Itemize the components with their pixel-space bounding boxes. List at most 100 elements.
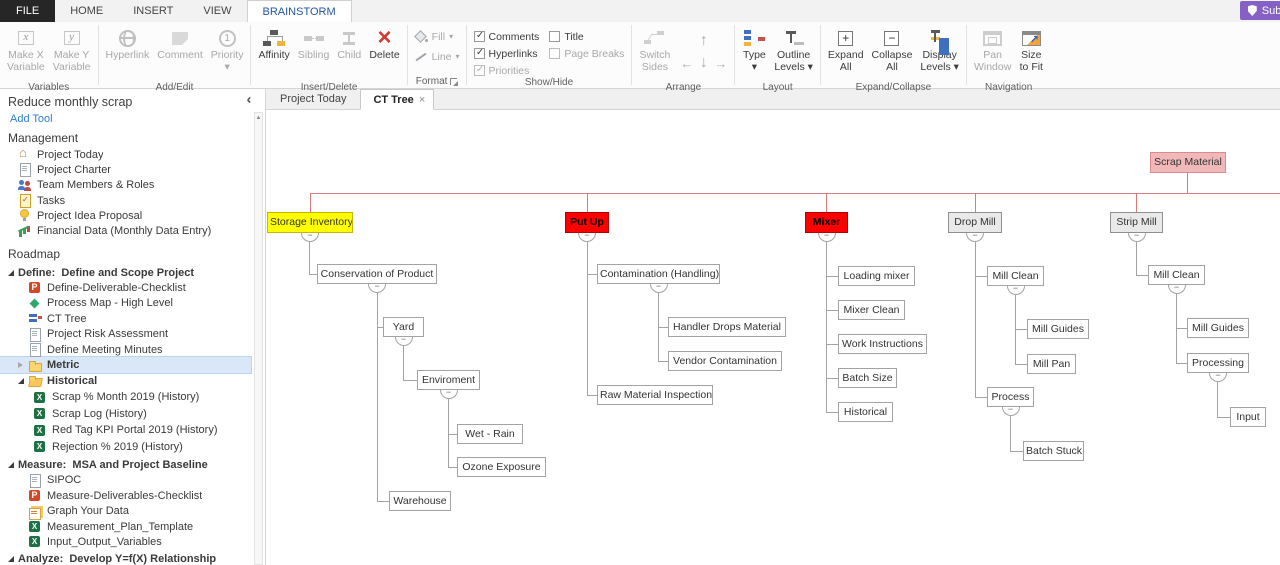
tree-node-batch-stuck[interactable]: Batch Stuck	[1023, 441, 1084, 461]
sidebar-item-define-meeting-minutes[interactable]: Define Meeting Minutes	[0, 342, 251, 357]
expander-icon[interactable]	[8, 462, 18, 468]
tree-node-batch-size[interactable]: Batch Size	[838, 368, 897, 388]
arrow-right-icon[interactable]: →	[714, 56, 727, 71]
sidebar-item-define-deliverable-checklist[interactable]: Define-Deliverable-Checklist	[0, 280, 251, 295]
sidebar-item-team-members-roles[interactable]: Team Members & Roles	[0, 178, 251, 193]
sidebar-scrollbar[interactable]: ▲	[254, 112, 263, 565]
tree-node-storage-inventory[interactable]: Storage Inventory	[267, 212, 353, 233]
sidebar-item-measure-deliverables-checklist[interactable]: Measure-Deliverables-Checklist	[0, 488, 251, 503]
tree-node-enviroment[interactable]: Enviroment	[417, 370, 480, 390]
sidebar-item-sipoc[interactable]: SIPOC	[0, 473, 251, 488]
sidebar-item-project-risk-assessment[interactable]: Project Risk Assessment	[0, 326, 251, 341]
tree-node-raw-material-inspection[interactable]: Raw Material Inspection	[597, 385, 713, 405]
expander-icon[interactable]	[18, 378, 28, 384]
ribbon-tab-file[interactable]: FILE	[0, 0, 55, 22]
affinity-button[interactable]: Affinity	[254, 24, 293, 82]
sidebar-item-metric[interactable]: Metric	[0, 357, 251, 373]
tree-node-yard[interactable]: Yard	[383, 317, 424, 337]
collapse-toggle[interactable]: −	[301, 232, 319, 242]
tree-node-input[interactable]: Input	[1230, 407, 1266, 427]
ct-tree-close-icon[interactable]: ×	[419, 94, 425, 106]
sidebar-item-project-idea-proposal[interactable]: Project Idea Proposal	[0, 208, 251, 223]
collapse-toggle[interactable]: −	[1209, 372, 1227, 382]
tree-node-work-instructions[interactable]: Work Instructions	[838, 334, 927, 354]
sidebar-item-red-tag-kpi-portal-2019-history[interactable]: Red Tag KPI Portal 2019 (History)	[0, 422, 251, 439]
arrow-up-icon[interactable]: ↑	[700, 32, 708, 50]
collapse-toggle[interactable]: −	[650, 283, 668, 293]
collapse-toggle[interactable]: −	[818, 232, 836, 242]
sidebar-item-financial-data-monthly-data-entry[interactable]: Financial Data (Monthly Data Entry)	[0, 223, 251, 238]
display-levels-button[interactable]: Display Levels ▾	[916, 24, 963, 82]
ribbon-tab-insert[interactable]: INSERT	[118, 0, 188, 22]
tree-node-ozone-exposure[interactable]: Ozone Exposure	[457, 457, 546, 477]
tree-node-processing[interactable]: Processing	[1187, 353, 1249, 373]
sidebar-item-measurement-plan-template[interactable]: Measurement_Plan_Template	[0, 519, 251, 534]
sidebar-item-graph-your-data[interactable]: Graph Your Data	[0, 503, 251, 518]
sidebar-item-input-output-variables[interactable]: Input_Output_Variables	[0, 534, 251, 549]
sidebar-item-ct-tree[interactable]: CT Tree	[0, 311, 251, 326]
expander-icon[interactable]	[8, 556, 18, 562]
tree-node-mill-clean[interactable]: Mill Clean	[1148, 265, 1205, 285]
submit-button[interactable]: Submit	[1240, 1, 1280, 20]
title-checkbox[interactable]: Title	[549, 30, 624, 43]
tree-node-contamination-handling[interactable]: Contamination (Handling)	[597, 264, 720, 284]
add-tool-link[interactable]: Add Tool	[0, 110, 265, 126]
tree-node-vendor-contamination[interactable]: Vendor Contamination	[668, 351, 782, 371]
sidebar-item-project-charter[interactable]: Project Charter	[0, 162, 251, 177]
collapse-toggle[interactable]: −	[966, 232, 984, 242]
tree-node-mixer[interactable]: Mixer	[805, 212, 848, 233]
hyperlinks-checkbox[interactable]: Hyperlinks	[474, 47, 540, 60]
sidebar-item-project-today[interactable]: Project Today	[0, 147, 251, 162]
tree-node-mill-guides[interactable]: Mill Guides	[1027, 319, 1089, 339]
tree-node-mill-guides[interactable]: Mill Guides	[1187, 318, 1249, 338]
collapse-toggle[interactable]: −	[395, 336, 413, 346]
expander-icon[interactable]	[8, 270, 18, 276]
collapse-toggle[interactable]: −	[1168, 284, 1186, 294]
sidebar-item-scrap-month-2019-history[interactable]: Scrap % Month 2019 (History)	[0, 389, 251, 406]
collapse-toggle[interactable]: −	[578, 232, 596, 242]
type-button[interactable]: Type ▾	[738, 24, 770, 82]
collapse-toggle[interactable]: −	[1007, 285, 1025, 295]
size-to-fit-button[interactable]: Size to Fit	[1015, 24, 1047, 82]
tree-node-put-up[interactable]: Put Up	[565, 212, 609, 233]
sidebar-item-define-define-and-scope-project[interactable]: Define: Define and Scope Project	[0, 265, 251, 281]
tree-node-loading-mixer[interactable]: Loading mixer	[838, 266, 915, 286]
tree-node-process[interactable]: Process	[987, 387, 1034, 407]
collapse-toggle[interactable]: −	[440, 389, 458, 399]
connector-line	[826, 194, 827, 212]
sidebar-item-measure-msa-and-project-baseline[interactable]: Measure: MSA and Project Baseline	[0, 457, 251, 473]
sidebar-item-scrap-log-history[interactable]: Scrap Log (History)	[0, 405, 251, 422]
tree-node-wet-rain[interactable]: Wet - Rain	[457, 424, 523, 444]
dialog-launcher-icon[interactable]	[450, 78, 457, 85]
expander-icon[interactable]	[18, 362, 28, 368]
expand-all-button[interactable]: Expand All	[824, 24, 868, 82]
sidebar-item-historical[interactable]: Historical	[0, 373, 251, 389]
arrow-down-icon[interactable]: ↓	[700, 54, 708, 72]
tree-node-mill-pan[interactable]: Mill Pan	[1027, 354, 1076, 374]
sidebar-item-tasks[interactable]: Tasks	[0, 193, 251, 208]
tree-node-conservation-of-product[interactable]: Conservation of Product	[317, 264, 437, 284]
ribbon-tab-view[interactable]: VIEW	[188, 0, 246, 22]
tree-node-scrap-material[interactable]: Scrap Material	[1150, 152, 1226, 173]
arrow-left-icon[interactable]: ←	[680, 56, 693, 71]
tree-node-drop-mill[interactable]: Drop Mill	[948, 212, 1002, 233]
ribbon-tab-brainstorm[interactable]: BRAINSTORM	[247, 0, 352, 22]
sidebar-item-analyze-develop-y-f-x-relationship[interactable]: Analyze: Develop Y=f(X) Relationship	[0, 552, 251, 565]
tree-node-warehouse[interactable]: Warehouse	[389, 491, 451, 511]
collapse-toggle[interactable]: −	[1002, 406, 1020, 416]
delete-button[interactable]: Delete	[365, 24, 403, 82]
collapse-toggle[interactable]: −	[368, 283, 386, 293]
comments-checkbox[interactable]: Comments	[474, 30, 540, 43]
ribbon-tab-home[interactable]: HOME	[55, 0, 118, 22]
tree-node-mill-clean[interactable]: Mill Clean	[987, 266, 1044, 286]
tree-node-historical[interactable]: Historical	[838, 402, 893, 422]
tree-node-strip-mill[interactable]: Strip Mill	[1110, 212, 1163, 233]
scroll-up-icon[interactable]: ▲	[255, 113, 262, 123]
sidebar-item-process-map-high-level[interactable]: Process Map - High Level	[0, 296, 251, 311]
collapse-all-button[interactable]: Collapse All	[868, 24, 917, 82]
tree-node-handler-drops-material[interactable]: Handler Drops Material	[668, 317, 786, 337]
sidebar-item-rejection-2019-history[interactable]: Rejection % 2019 (History)	[0, 439, 251, 456]
tree-node-mixer-clean[interactable]: Mixer Clean	[838, 300, 905, 320]
outline-levels-button[interactable]: Outline Levels ▾	[770, 24, 817, 82]
collapse-toggle[interactable]: −	[1128, 232, 1146, 242]
